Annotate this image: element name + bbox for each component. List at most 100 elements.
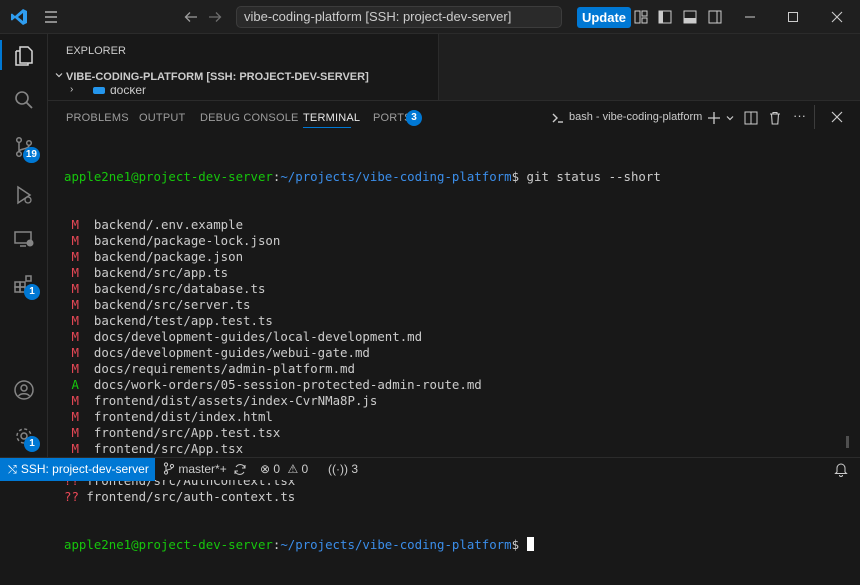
git-status-row: M frontend/src/App.tsx — [64, 441, 661, 457]
tab-debug-console[interactable]: DEBUG CONSOLE — [200, 111, 299, 125]
git-status-row: ?? frontend/src/auth-context.ts — [64, 489, 661, 505]
git-status-code: M — [71, 313, 79, 328]
close-window-icon[interactable] — [831, 11, 843, 23]
terminal-output[interactable]: apple2ne1@project-dev-server:~/projects/… — [64, 137, 661, 585]
explorer-sidebar: EXPLORER VIBE-CODING-PLATFORM [SSH: PROJ… — [48, 34, 438, 100]
search-icon[interactable] — [0, 78, 48, 122]
panel-action-divider — [814, 105, 815, 129]
git-status-path: docs/development-guides/local-developmen… — [93, 329, 423, 344]
git-status-row: M frontend/dist/index.html — [64, 409, 661, 425]
branch-label: master*+ — [178, 462, 227, 476]
command-center-search[interactable]: vibe-coding-platform [SSH: project-dev-s… — [236, 6, 562, 28]
prompt-line: apple2ne1@project-dev-server:~/projects/… — [64, 169, 661, 185]
explorer-icon[interactable] — [0, 34, 48, 78]
tab-problems[interactable]: PROBLEMS — [66, 111, 129, 125]
tree-item-docker[interactable]: › docker — [62, 87, 262, 100]
minimize-icon[interactable] — [744, 11, 756, 23]
prompt-path: ~/projects/vibe-coding-platform — [280, 169, 512, 184]
git-status-row: M backend/.env.example — [64, 217, 661, 233]
terminal-name[interactable]: bash - vibe-coding-platform — [569, 111, 702, 123]
git-status-row: M backend/src/server.ts — [64, 297, 661, 313]
problems-status[interactable]: ⊗ 0 ⚠ 0 — [260, 458, 308, 481]
git-status-code: M — [71, 441, 79, 456]
git-status-path: frontend/src/App.tsx — [93, 441, 244, 456]
git-status-code: M — [71, 265, 79, 280]
git-branch-icon — [163, 462, 175, 475]
active-tab-underline — [303, 127, 351, 128]
git-status-code: M — [71, 249, 79, 264]
extensions-icon[interactable]: 1 — [0, 262, 48, 306]
kill-terminal-trash-icon[interactable] — [768, 111, 782, 125]
git-status-row: M frontend/src/App.test.tsx — [64, 425, 661, 441]
branch-status[interactable]: master*+ — [163, 458, 227, 481]
error-icon: ⊗ — [260, 462, 271, 476]
new-terminal-plus-icon[interactable] — [707, 111, 721, 125]
prompt-dollar: $ — [511, 537, 520, 552]
git-status-path: frontend/src/App.test.tsx — [93, 425, 281, 440]
customize-layout-icon[interactable] — [634, 10, 648, 24]
git-status-row: M docs/development-guides/local-developm… — [64, 329, 661, 345]
extensions-badge: 1 — [24, 284, 40, 300]
git-status-code: ?? — [64, 489, 79, 504]
broadcast-icon: ((·)) — [328, 462, 348, 476]
git-status-path: backend/test/app.test.ts — [93, 313, 273, 328]
git-status-path: backend/.env.example — [93, 217, 244, 232]
git-status-path: backend/src/database.ts — [93, 281, 266, 296]
git-status-code: M — [71, 393, 79, 408]
chevron-down-icon[interactable] — [54, 70, 64, 80]
remote-explorer-icon[interactable] — [0, 217, 48, 261]
toggle-primary-sidebar-icon[interactable] — [658, 10, 672, 24]
ports-count: 3 — [351, 462, 359, 476]
terminal-scrollbar-thumb[interactable] — [846, 436, 849, 448]
maximize-icon[interactable] — [787, 11, 799, 23]
remote-indicator[interactable]: ⤭ SSH: project-dev-server — [0, 458, 155, 481]
terminal-icon — [551, 111, 565, 125]
notifications-bell-icon[interactable] — [834, 462, 848, 477]
toggle-panel-icon[interactable] — [683, 10, 697, 24]
terminal-dropdown-chevron-icon[interactable] — [725, 113, 735, 123]
tab-terminal[interactable]: TERMINAL — [303, 111, 360, 125]
status-bar: ⤭ SSH: project-dev-server master*+ ⊗ 0 ⚠ … — [0, 457, 860, 481]
git-status-code: M — [71, 281, 79, 296]
git-status-path: docs/work-orders/05-session-protected-ad… — [93, 377, 482, 392]
more-actions-ellipsis-icon[interactable]: ··· — [793, 109, 806, 122]
tab-output[interactable]: OUTPUT — [139, 111, 185, 125]
git-status-code: A — [71, 377, 79, 392]
git-status-path: backend/package.json — [93, 249, 244, 264]
remote-label: SSH: project-dev-server — [20, 462, 149, 476]
prompt-path: ~/projects/vibe-coding-platform — [280, 537, 512, 552]
vscode-logo-icon — [10, 8, 28, 26]
git-status-row: M backend/src/app.ts — [64, 265, 661, 281]
prompt-command: git status --short — [519, 169, 661, 184]
update-button[interactable]: Update — [577, 7, 631, 28]
forward-arrow-icon[interactable] — [208, 10, 222, 24]
editor-area — [438, 34, 860, 100]
git-status-path: frontend/dist/assets/index-CvrNMa8P.js — [93, 393, 378, 408]
activity-bar: 19 1 1 — [0, 34, 48, 457]
account-icon[interactable] — [0, 368, 48, 412]
git-status-row: M backend/test/app.test.ts — [64, 313, 661, 329]
workspace-header[interactable]: VIBE-CODING-PLATFORM [SSH: PROJECT-DEV-S… — [66, 71, 369, 83]
split-terminal-icon[interactable] — [744, 111, 758, 125]
settings-badge: 1 — [24, 436, 40, 452]
git-status-row: M backend/package.json — [64, 249, 661, 265]
sync-icon[interactable] — [233, 458, 247, 481]
toggle-secondary-sidebar-icon[interactable] — [708, 10, 722, 24]
source-control-icon[interactable]: 19 — [0, 125, 48, 169]
prompt-user: apple2ne1@project-dev-server — [64, 537, 273, 552]
remote-icon: ⤭ — [8, 464, 17, 476]
git-status-path: docs/requirements/admin-platform.md — [93, 361, 355, 376]
close-panel-icon[interactable] — [831, 111, 843, 123]
menu-icon[interactable] — [44, 0, 62, 34]
git-status-code: M — [71, 345, 79, 360]
chevron-right-icon: › — [70, 87, 74, 95]
prompt-separator: : — [272, 537, 281, 552]
ports-status[interactable]: ((·)) 3 — [328, 458, 358, 481]
run-debug-icon[interactable] — [0, 173, 48, 217]
git-status-path: frontend/dist/index.html — [93, 409, 273, 424]
back-arrow-icon[interactable] — [184, 10, 198, 24]
settings-gear-icon[interactable]: 1 — [0, 414, 48, 458]
git-status-row: M docs/development-guides/webui-gate.md — [64, 345, 661, 361]
git-status-code: M — [71, 329, 79, 344]
git-status-row: M docs/requirements/admin-platform.md — [64, 361, 661, 377]
